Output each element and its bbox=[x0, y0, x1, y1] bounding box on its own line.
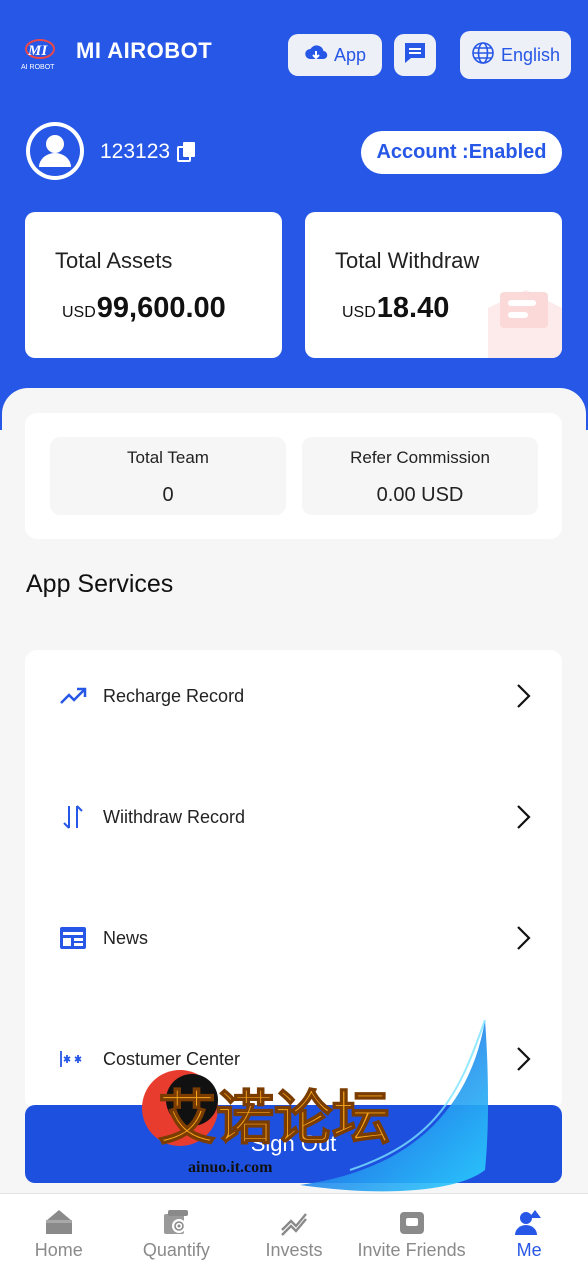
globe-icon bbox=[471, 41, 495, 70]
app-button-label: App bbox=[333, 44, 367, 65]
messages-button[interactable] bbox=[394, 34, 436, 76]
brand-name: MI AIROBOT bbox=[76, 38, 213, 63]
user-icon bbox=[515, 1210, 542, 1235]
tab-label: Home bbox=[34, 1240, 83, 1260]
copy-icon[interactable] bbox=[176, 141, 198, 163]
tab-invite-friends[interactable]: Invite Friends bbox=[353, 1194, 471, 1271]
language-label: English bbox=[500, 44, 561, 65]
services-list: Recharge Record Wiithdraw Record News Co… bbox=[25, 650, 562, 1110]
logo-caption: AI ROBOT bbox=[21, 64, 55, 71]
quantify-icon bbox=[164, 1210, 189, 1234]
chart-line-icon bbox=[281, 1213, 307, 1236]
service-label: News bbox=[103, 927, 149, 948]
trending-up-icon bbox=[59, 682, 87, 710]
chevron-right-icon bbox=[514, 683, 532, 709]
service-item-news[interactable]: News bbox=[25, 908, 562, 968]
total-assets-unit: USD bbox=[62, 304, 96, 321]
total-withdraw-label: Total Withdraw bbox=[335, 248, 480, 273]
refer-commission-value: 0.00 USD bbox=[376, 484, 464, 506]
total-assets-card: Total Assets USD 99,600.00 bbox=[25, 212, 282, 358]
download-app-button[interactable]: App bbox=[288, 34, 382, 76]
total-team-value: 0 bbox=[162, 484, 174, 506]
customer-service-icon bbox=[59, 1045, 87, 1073]
total-team-cell: Total Team 0 bbox=[50, 437, 286, 515]
service-item-recharge-record[interactable]: Recharge Record bbox=[25, 666, 562, 726]
transfer-arrows-icon bbox=[59, 803, 87, 831]
chat-icon bbox=[402, 40, 428, 71]
tab-invests[interactable]: Invests bbox=[235, 1194, 353, 1271]
team-summary: Total Team 0 Refer Commission 0.00 USD bbox=[25, 413, 562, 539]
tab-me[interactable]: Me bbox=[470, 1194, 588, 1271]
tab-label: Invests bbox=[265, 1240, 323, 1260]
total-assets-label: Total Assets bbox=[55, 248, 173, 273]
user-id: 123123 bbox=[100, 140, 171, 163]
gift-box-icon bbox=[399, 1212, 424, 1234]
account-status-badge: Account :Enabled bbox=[361, 131, 562, 174]
avatar[interactable] bbox=[26, 122, 84, 180]
service-item-customer-center[interactable]: Costumer Center bbox=[25, 1029, 562, 1089]
tab-label: Quantify bbox=[142, 1240, 210, 1260]
total-assets-amount: 99,600.00 bbox=[96, 292, 226, 324]
total-withdraw-unit: USD bbox=[342, 304, 376, 321]
total-withdraw-card: Total Withdraw USD 18.40 bbox=[305, 212, 562, 358]
home-icon bbox=[45, 1210, 72, 1234]
chevron-right-icon bbox=[514, 1046, 532, 1072]
brand-logo: MI AI ROBOT bbox=[20, 36, 60, 72]
refer-commission-cell: Refer Commission 0.00 USD bbox=[302, 437, 538, 515]
bottom-tab-bar: Home Quantify Invests Invite Friends Me bbox=[0, 1193, 588, 1271]
service-label: Wiithdraw Record bbox=[103, 806, 246, 827]
wallet-deco-icon bbox=[480, 278, 562, 358]
tab-label: Invite Friends bbox=[357, 1240, 466, 1260]
service-item-withdraw-record[interactable]: Wiithdraw Record bbox=[25, 787, 562, 847]
total-withdraw-amount: 18.40 bbox=[376, 292, 450, 324]
language-button[interactable]: English bbox=[460, 31, 571, 79]
tab-label: Me bbox=[516, 1240, 542, 1260]
section-title: App Services bbox=[26, 570, 174, 598]
total-team-label: Total Team bbox=[127, 448, 209, 467]
service-label: Costumer Center bbox=[103, 1048, 241, 1069]
cloud-download-icon bbox=[304, 42, 328, 69]
tab-quantify[interactable]: Quantify bbox=[118, 1194, 236, 1271]
svg-text:MI: MI bbox=[27, 43, 48, 59]
tab-home[interactable]: Home bbox=[0, 1194, 118, 1271]
sign-out-button[interactable]: Sign Out bbox=[25, 1105, 562, 1183]
chevron-right-icon bbox=[514, 804, 532, 830]
service-label: Recharge Record bbox=[103, 685, 245, 706]
total-assets-value-group: USD 99,600.00 bbox=[62, 292, 226, 325]
total-withdraw-value-group: USD 18.40 bbox=[342, 292, 449, 325]
newspaper-icon bbox=[59, 924, 87, 952]
chevron-right-icon bbox=[514, 925, 532, 951]
refer-commission-label: Refer Commission bbox=[350, 448, 490, 467]
